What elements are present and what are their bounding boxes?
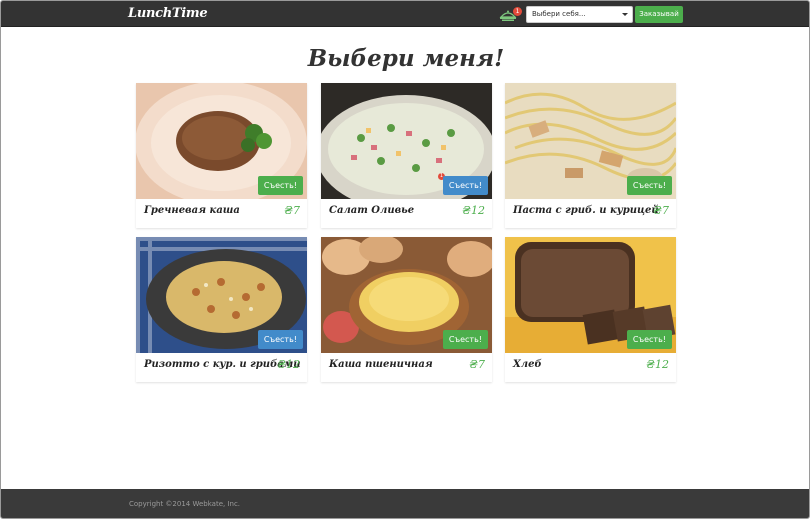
cart-count-badge: 1	[513, 7, 522, 16]
eat-button[interactable]: Съесть!	[257, 330, 303, 349]
menu-card: Съесть! Хлеб ₴12	[505, 237, 676, 382]
menu-grid: Съесть! Гречневая каша ₴7 1 Съесть! Сала…	[136, 83, 676, 383]
dish-name: Каша пшеничная	[329, 359, 433, 370]
brand-logo[interactable]: LunchTime	[128, 6, 208, 21]
menu-card: Съесть! Паста с гриб. и курицей ₴7	[505, 83, 676, 228]
user-select-value: Выбери себя...	[532, 10, 586, 18]
dish-price: ₴12	[277, 358, 300, 371]
dish-price: ₴12	[646, 358, 669, 371]
eat-button[interactable]: Съесть!	[626, 330, 672, 349]
browser-frame: LunchTime 1 Выбери себя... Заказывай Выб…	[0, 0, 810, 519]
user-select[interactable]: Выбери себя...	[526, 6, 633, 23]
footer: Copyright ©2014 Webkate, Inc.	[1, 489, 809, 518]
dish-name: Ризотто с кур. и грибами	[144, 359, 301, 370]
copyright-text: Copyright ©2014 Webkate, Inc.	[129, 500, 241, 508]
order-button[interactable]: Заказывай	[635, 6, 683, 23]
dish-name: Салат Оливье	[329, 205, 415, 216]
menu-card: Съесть! Гречневая каша ₴7	[136, 83, 307, 228]
chevron-down-icon	[622, 13, 628, 16]
dish-price: ₴7	[469, 358, 485, 371]
dish-price: ₴7	[284, 204, 300, 217]
menu-card: Съесть! Ризотто с кур. и грибами ₴12	[136, 237, 307, 382]
dish-name: Паста с гриб. и курицей	[513, 205, 659, 216]
navbar: LunchTime 1 Выбери себя... Заказывай	[1, 1, 809, 27]
eat-button[interactable]: Съесть!	[442, 330, 488, 349]
menu-card: 1 Съесть! Салат Оливье ₴12	[321, 83, 492, 228]
menu-card: Съесть! Каша пшеничная ₴7	[321, 237, 492, 382]
eat-button[interactable]: Съесть!	[257, 176, 303, 195]
eat-button[interactable]: Съесть!	[442, 176, 488, 195]
eat-button[interactable]: Съесть!	[626, 176, 672, 195]
dish-name: Хлеб	[513, 359, 542, 370]
dish-price: ₴12	[462, 204, 485, 217]
dish-price: ₴7	[653, 204, 669, 217]
dish-name: Гречневая каша	[144, 205, 240, 216]
page-title: Выбери меня!	[307, 45, 505, 72]
